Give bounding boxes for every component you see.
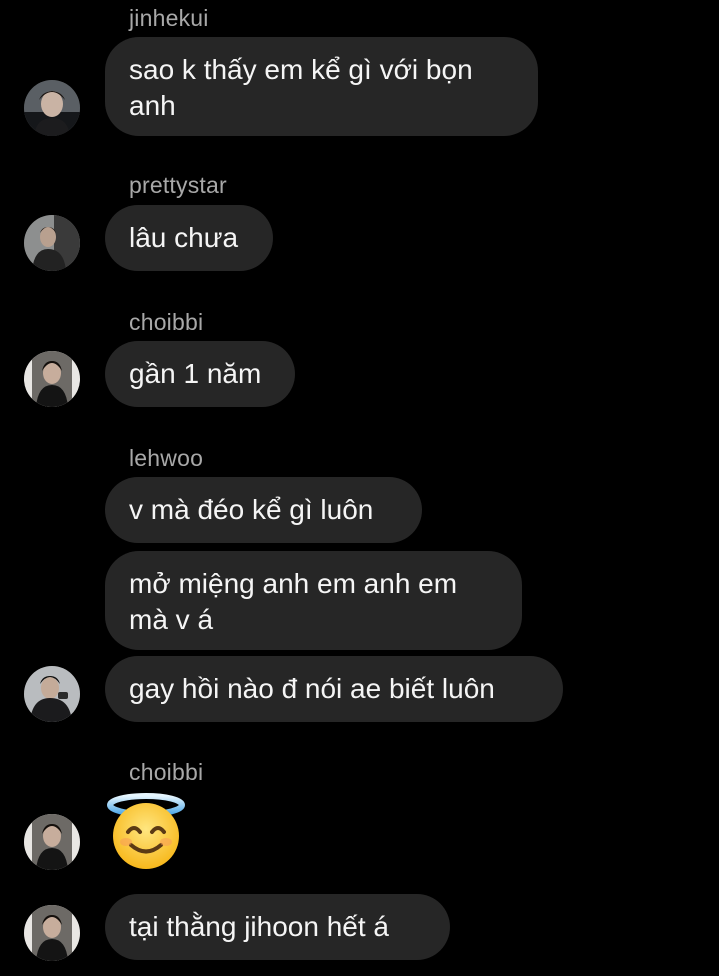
username-choibbi[interactable]: choibbi bbox=[129, 309, 203, 335]
avatar-choibbi[interactable] bbox=[24, 905, 80, 961]
message-bubble[interactable]: lâu chưa bbox=[105, 205, 273, 271]
message-bubble[interactable]: v mà đéo kể gì luôn bbox=[105, 477, 422, 543]
message-bubble[interactable]: mở miệng anh em anh em mà v á bbox=[105, 551, 522, 650]
avatar-jinhekui[interactable] bbox=[24, 80, 80, 136]
username-jinhekui[interactable]: jinhekui bbox=[129, 5, 209, 31]
message-bubble[interactable]: tại thằng jihoon hết á bbox=[105, 894, 450, 960]
avatar-lehwoo[interactable] bbox=[24, 666, 80, 722]
username-choibbi[interactable]: choibbi bbox=[129, 759, 203, 785]
username-prettystar[interactable]: prettystar bbox=[129, 172, 227, 198]
avatar-choibbi[interactable] bbox=[24, 814, 80, 870]
message-bubble[interactable]: sao k thấy em kể gì với bọn anh bbox=[105, 37, 538, 136]
avatar-prettystar[interactable] bbox=[24, 215, 80, 271]
username-lehwoo[interactable]: lehwoo bbox=[129, 445, 203, 471]
message-bubble[interactable]: gay hồi nào đ nói ae biết luôn bbox=[105, 656, 563, 722]
avatar-choibbi[interactable] bbox=[24, 351, 80, 407]
smiling-face-with-halo-icon[interactable] bbox=[106, 790, 186, 870]
message-bubble[interactable]: gần 1 năm bbox=[105, 341, 295, 407]
